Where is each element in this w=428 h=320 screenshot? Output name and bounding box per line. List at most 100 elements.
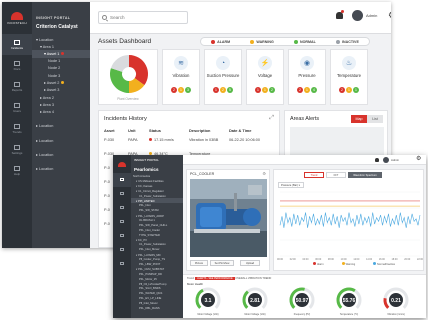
status-legend: ALARM WARNING NORMAL INACTIVE xyxy=(200,37,370,46)
metric-card-vibration[interactable]: ≋ Vibration 2 1 3 xyxy=(162,49,200,105)
avatar[interactable] xyxy=(383,157,389,163)
tree-item[interactable]: ▾ Location xyxy=(32,36,90,43)
tree-item[interactable]: ▸ Location xyxy=(32,165,90,172)
metric-counts: 112 xyxy=(255,87,275,93)
rail-item-incidents[interactable]: Incidents xyxy=(2,34,32,55)
table-row[interactable]: P-030 PAPA 17.15 mm/s Vibration in 03BB 06-2… xyxy=(104,138,276,142)
set-pin-button[interactable]: Set Pin/View xyxy=(210,260,234,266)
column-header[interactable]: Asset xyxy=(104,128,128,133)
motor-health-panel: Trend: ALERTS - SEE PERFORMANCE OVERALL … xyxy=(183,274,426,318)
user-name[interactable]: Admin xyxy=(391,158,399,162)
rail-item-users[interactable]: Users xyxy=(2,97,32,118)
x-tick-label: 08:00 xyxy=(328,258,335,261)
metric-card-suction-pressure[interactable]: ◔ Suction Pressure 1 2 5 xyxy=(204,49,242,105)
rail-item-trends[interactable]: Trends xyxy=(2,118,32,139)
count-badge: 5 xyxy=(227,87,233,93)
close-icon[interactable]: ⚙ xyxy=(262,171,266,176)
tree-item[interactable]: ▸ Asset 2 xyxy=(32,79,90,86)
rail-item-label: Trends xyxy=(12,129,22,134)
expand-icon[interactable]: ⤢ xyxy=(269,115,274,122)
count-badge: 1 xyxy=(178,87,184,93)
tree-item[interactable]: Node 1 xyxy=(32,58,90,65)
search-input[interactable]: Search xyxy=(98,11,188,24)
table-cell: 17.15 mm/s xyxy=(149,138,189,142)
gauge-label: Motor Voltage (Volt) xyxy=(244,313,266,316)
gauge-0[interactable]: 3.1 Motor Voltage (Volt) xyxy=(191,286,225,318)
doc-icon xyxy=(14,60,20,66)
avatar[interactable] xyxy=(352,10,363,21)
plant-overview-card[interactable]: Plant Overview xyxy=(98,49,158,105)
rail-item-help[interactable] xyxy=(113,257,131,271)
rail-item-docs[interactable] xyxy=(113,187,131,201)
column-header[interactable]: Status xyxy=(149,128,189,133)
gauge-4[interactable]: 0.21 Vibration (mm/s) xyxy=(379,286,413,318)
tree-item-label: Node 2 xyxy=(48,66,61,71)
tree-item[interactable]: ▸ Location xyxy=(32,122,90,129)
metric-label: Suction Pressure xyxy=(206,73,240,78)
metric-counts: 213 xyxy=(171,87,191,93)
gear-icon[interactable]: ⚙ xyxy=(388,11,391,20)
sidebar-title: Criterion Catalyst xyxy=(32,20,90,34)
logo-mark-icon xyxy=(11,11,23,20)
tree-item[interactable]: ▸ Area 2 xyxy=(32,94,90,101)
metric-card-temperature[interactable]: ♨ Temperature 2 1 1 xyxy=(330,49,368,105)
metric-card-voltage[interactable]: ⚡ Voltage 1 1 2 xyxy=(246,49,284,105)
x-tick-label: 10:00 xyxy=(341,258,348,261)
gear-icon[interactable]: ⚙ xyxy=(416,156,421,162)
brand-logo[interactable] xyxy=(113,155,131,173)
rail-item-trends[interactable] xyxy=(113,229,131,243)
rail-item-help[interactable]: Help xyxy=(2,160,32,181)
gauge-3[interactable]: 55.76 Temperature (°C) xyxy=(332,286,366,318)
rail-item-settings[interactable] xyxy=(113,243,131,257)
tree-item[interactable]: PFL_DBL_RANS xyxy=(131,306,183,311)
x-tick-label: 12:00 xyxy=(353,258,360,261)
tree-item[interactable]: ▸ Location xyxy=(32,151,90,158)
gauge-2[interactable]: 50.97 Frequency (Hz) xyxy=(285,286,319,318)
list-toggle-button[interactable]: List xyxy=(367,115,383,123)
status-dot xyxy=(61,52,65,56)
user-name[interactable]: Admin xyxy=(366,13,377,18)
bell-icon[interactable] xyxy=(336,12,343,19)
rail-item-reports[interactable] xyxy=(113,201,131,215)
pulse-icon xyxy=(120,234,124,237)
rail-item-reports[interactable]: Reports xyxy=(2,76,32,97)
tree-item[interactable]: ▸ Area 4 xyxy=(32,108,90,115)
logo-text: INCOSTECH xyxy=(7,20,27,25)
upload-button[interactable]: Upload xyxy=(240,260,260,266)
rail-item-users[interactable] xyxy=(113,215,131,229)
users-icon xyxy=(120,220,124,223)
metric-card-pressure[interactable]: ◉ Pressure 2 1 4 xyxy=(288,49,326,105)
column-header[interactable]: Unit xyxy=(128,128,149,133)
brand-logo[interactable]: INCOSTECH xyxy=(2,2,32,34)
rail-item-docs[interactable]: Docs xyxy=(2,55,32,76)
rail-item-incidents[interactable] xyxy=(113,173,131,187)
bell-icon[interactable] xyxy=(375,158,379,162)
column-header[interactable]: Description xyxy=(189,128,229,133)
asset-title: PCL_COOLER xyxy=(190,172,215,176)
column-header[interactable]: Date & Time xyxy=(229,128,269,133)
tree-item[interactable]: ▸ Asset 3 xyxy=(32,86,90,93)
gauge-dial: 3.1 xyxy=(195,287,221,309)
trend-line-chart[interactable]: 00:00 02:00 04:00 06:00 08:00 10:00 12:00 14:00… xyxy=(274,170,425,272)
pulse-icon xyxy=(14,123,20,129)
tree-item-label: ▸ Asset 3 xyxy=(44,88,60,93)
metric-label: Vibration xyxy=(172,73,190,78)
count-badge: 4 xyxy=(311,87,317,93)
rail-item-settings[interactable]: Settings xyxy=(2,139,32,160)
x-tick-label: 14:00 xyxy=(366,258,373,261)
tree-item[interactable]: Node 2 xyxy=(32,65,90,72)
tree-item[interactable]: ▾ Area 1 xyxy=(32,43,90,50)
map-toggle-button[interactable]: Map xyxy=(351,115,367,123)
alert-pill[interactable]: ALERTS - SEE PERFORMANCE xyxy=(195,277,235,280)
legend-dot xyxy=(336,39,341,44)
gauge-label: Vibration (mm/s) xyxy=(387,313,405,316)
legend-alarm-label: Alarm xyxy=(316,263,324,266)
tree-item[interactable]: ▾ Asset 1 xyxy=(32,50,90,58)
tree-item[interactable]: Node 3 xyxy=(32,72,90,79)
tree-item[interactable]: ▸ Area 3 xyxy=(32,101,90,108)
tree-item[interactable]: ▸ Location xyxy=(32,137,90,144)
incidents-table-header: Asset Unit Status Description Date & Tim… xyxy=(104,128,276,133)
gauge-header-rest: OVERALL VIBRATION TREND xyxy=(235,277,272,280)
picture-button[interactable]: Picture xyxy=(190,260,208,266)
gauge-1[interactable]: 2.81 Motor Voltage (Volt) xyxy=(238,286,272,318)
